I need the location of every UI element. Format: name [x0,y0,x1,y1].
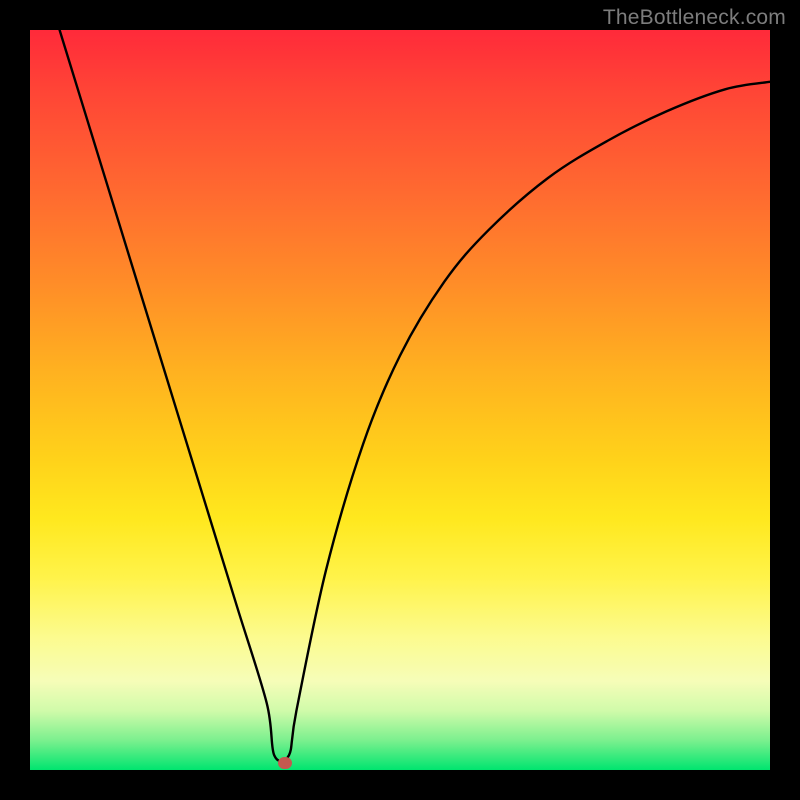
watermark-text: TheBottleneck.com [603,6,786,30]
bottleneck-curve [30,30,770,770]
curve-path [60,30,770,761]
plot-area [30,30,770,770]
chart-frame: TheBottleneck.com [0,0,800,800]
minimum-marker [278,757,292,769]
